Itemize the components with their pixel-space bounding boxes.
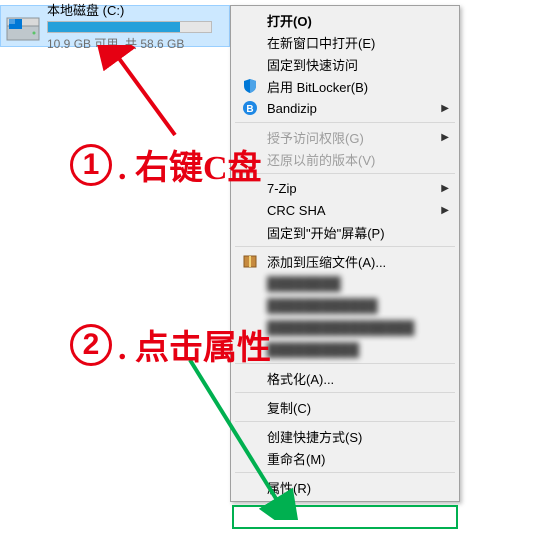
submenu-arrow-icon: ▶ bbox=[441, 132, 449, 143]
bandizip-icon: B bbox=[241, 99, 259, 117]
annotation-number-2: 2 bbox=[70, 324, 112, 366]
annotation-number-1: 1 bbox=[70, 144, 112, 186]
submenu-arrow-icon: ▶ bbox=[441, 183, 449, 194]
menu-blurred-1[interactable]: ████████ bbox=[233, 272, 457, 294]
menu-grant-access[interactable]: 授予访问权限(G) ▶ bbox=[233, 126, 457, 148]
menu-separator bbox=[235, 421, 455, 422]
menu-open-new-window[interactable]: 在新窗口中打开(E) bbox=[233, 31, 457, 53]
submenu-arrow-icon: ▶ bbox=[441, 103, 449, 114]
svg-text:B: B bbox=[246, 104, 253, 115]
menu-7zip[interactable]: 7-Zip ▶ bbox=[233, 177, 457, 199]
arrow-to-drive bbox=[80, 45, 210, 145]
drive-c-item[interactable]: 本地磁盘 (C:) 10.9 GB 可用, 共 58.6 GB bbox=[0, 5, 230, 47]
blurred-icon bbox=[241, 296, 259, 314]
blurred-icon bbox=[241, 274, 259, 292]
menu-rename[interactable]: 重命名(M) bbox=[233, 447, 457, 469]
drive-icon bbox=[5, 8, 41, 44]
submenu-arrow-icon: ▶ bbox=[441, 205, 449, 216]
annotation-step2: 2 . 点击属性 bbox=[70, 320, 271, 369]
annotation-text-1: . 右键C盘 bbox=[118, 140, 262, 189]
archive-icon bbox=[241, 252, 259, 270]
menu-separator bbox=[235, 246, 455, 247]
menu-add-archive[interactable]: 添加到压缩文件(A)... bbox=[233, 250, 457, 272]
drive-free-text: 10.9 GB 可用, 共 58.6 GB bbox=[47, 35, 225, 52]
annotation-text-2: . 点击属性 bbox=[118, 320, 271, 369]
menu-separator bbox=[235, 173, 455, 174]
menu-blurred-2[interactable]: ████████████ bbox=[233, 294, 457, 316]
context-menu: 打开(O) 在新窗口中打开(E) 固定到快速访问 启用 BitLocker(B)… bbox=[230, 5, 460, 502]
drive-label: 本地磁盘 (C:) bbox=[47, 0, 225, 19]
drive-usage-bar bbox=[47, 21, 212, 33]
menu-bandizip[interactable]: B Bandizip ▶ bbox=[233, 97, 457, 119]
menu-previous-versions[interactable]: 还原以前的版本(V) bbox=[233, 148, 457, 170]
bitlocker-icon bbox=[241, 77, 259, 95]
menu-separator bbox=[235, 472, 455, 473]
properties-highlight bbox=[232, 505, 458, 529]
menu-separator bbox=[235, 122, 455, 123]
menu-copy[interactable]: 复制(C) bbox=[233, 396, 457, 418]
menu-create-shortcut[interactable]: 创建快捷方式(S) bbox=[233, 425, 457, 447]
menu-separator bbox=[235, 392, 455, 393]
annotation-step1: 1 . 右键C盘 bbox=[70, 140, 262, 189]
menu-bitlocker[interactable]: 启用 BitLocker(B) bbox=[233, 75, 457, 97]
menu-format[interactable]: 格式化(A)... bbox=[233, 367, 457, 389]
menu-open[interactable]: 打开(O) bbox=[233, 9, 457, 31]
drive-info: 本地磁盘 (C:) 10.9 GB 可用, 共 58.6 GB bbox=[47, 0, 225, 52]
menu-crc-sha[interactable]: CRC SHA ▶ bbox=[233, 199, 457, 221]
menu-pin-quick-access[interactable]: 固定到快速访问 bbox=[233, 53, 457, 75]
menu-properties[interactable]: 属性(R) bbox=[233, 476, 457, 498]
drive-usage-fill bbox=[48, 22, 180, 32]
menu-pin-start[interactable]: 固定到"开始"屏幕(P) bbox=[233, 221, 457, 243]
